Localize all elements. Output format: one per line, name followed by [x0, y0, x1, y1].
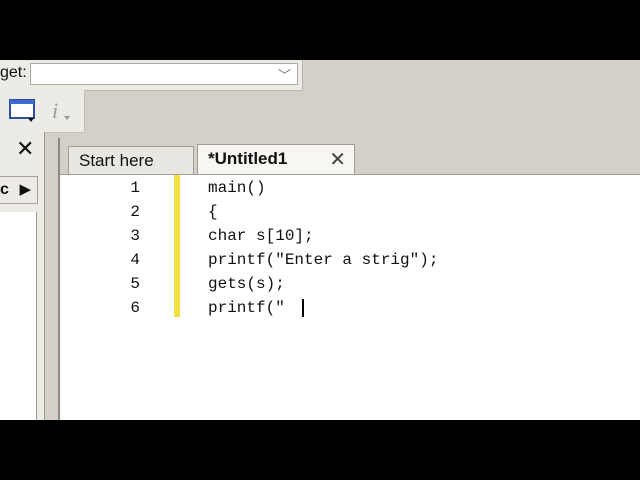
line-number: 1 — [130, 179, 140, 197]
code-line: gets(s); — [208, 275, 285, 293]
tab-start-here[interactable]: Start here — [68, 146, 194, 174]
tab-untitled1[interactable]: *Untitled1 ✕ — [197, 144, 355, 174]
line-number: 3 — [130, 227, 140, 245]
line-number: 4 — [130, 251, 140, 269]
svg-text:i: i — [52, 98, 58, 123]
code-editor[interactable]: 1 2 3 4 5 6 main() { char s[10]; printf(… — [60, 174, 640, 420]
code-line: printf("Enter a strig"); — [208, 251, 439, 269]
editor-frame: Start here *Untitled1 ✕ 1 2 3 4 5 6 main… — [58, 138, 640, 420]
line-number: 5 — [130, 275, 140, 293]
line-number: 2 — [130, 203, 140, 221]
build-target-dropdown[interactable]: ﹀ — [30, 63, 298, 85]
line-number: 6 — [130, 299, 140, 317]
window-icon[interactable] — [6, 96, 40, 126]
panel-tree — [0, 212, 37, 420]
editor-tabs: Start here *Untitled1 ✕ — [60, 144, 640, 174]
tab-label: *Untitled1 — [208, 149, 288, 168]
info-icon[interactable]: i — [46, 96, 80, 126]
line-number-gutter: 1 2 3 4 5 6 — [60, 175, 174, 420]
code-line: main() — [208, 179, 266, 197]
arrow-right-icon[interactable]: ▶ — [19, 180, 31, 198]
chevron-down-icon[interactable]: ﹀ — [278, 65, 291, 84]
management-panel: ✕ c ▶ — [0, 132, 45, 420]
ide-window: get: ﹀ i ✕ c ▶ Start here *Untitled1 ✕ 1… — [0, 60, 640, 420]
panel-tab[interactable]: c ▶ — [0, 176, 38, 204]
code-line: { — [208, 203, 218, 221]
close-icon[interactable]: ✕ — [16, 136, 34, 162]
tab-label: Start here — [79, 151, 154, 170]
modified-lines-marker — [174, 175, 180, 317]
build-target-label: get: — [0, 64, 27, 81]
build-target-bar: get: ﹀ — [0, 60, 303, 91]
code-line: char s[10]; — [208, 227, 314, 245]
close-icon[interactable]: ✕ — [329, 147, 346, 172]
toolbar: i — [0, 90, 85, 133]
code-line: printf(" — [208, 299, 285, 317]
panel-tab-label: c — [0, 181, 9, 198]
text-cursor — [302, 299, 304, 317]
